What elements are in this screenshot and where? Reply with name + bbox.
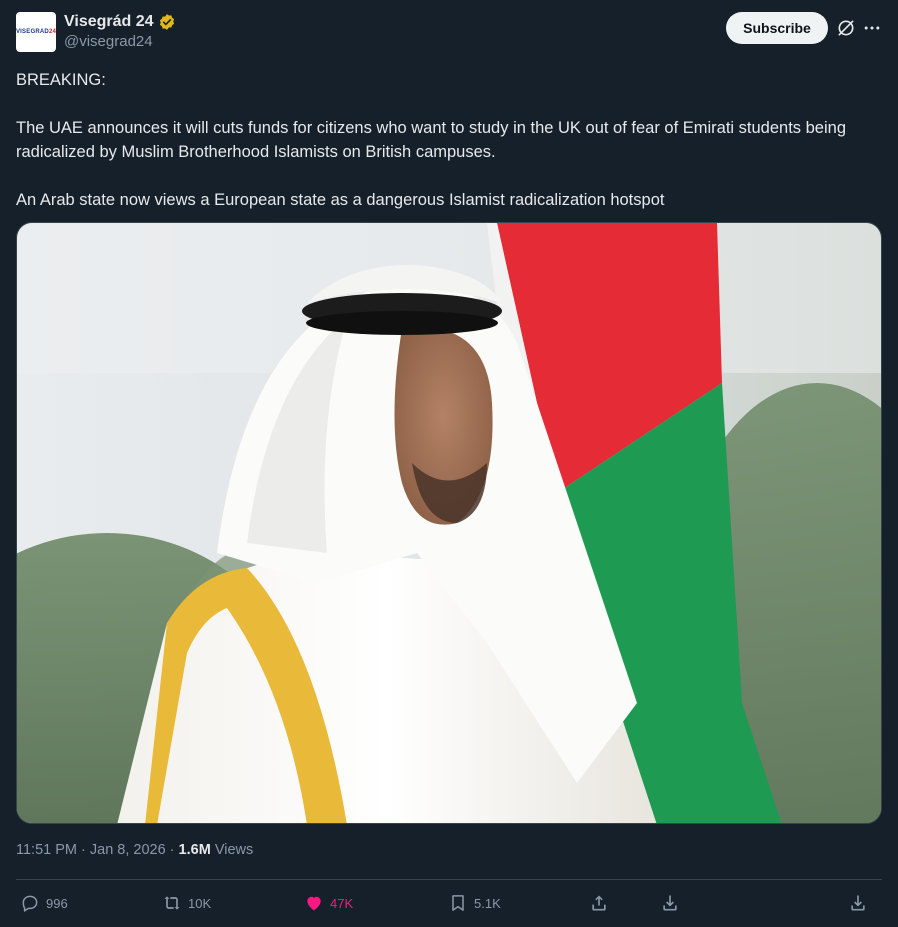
views-label: Views [210, 842, 254, 858]
views-count: 1.6M [178, 842, 211, 858]
download-icon [851, 895, 865, 911]
tweet-timestamp-views: 11:51 PM · Jan 8, 2026 · 1.6M Views [16, 842, 253, 858]
tweet-line-body: The UAE announces it will cuts funds for… [16, 119, 847, 161]
like-button[interactable]: 47K [304, 890, 353, 916]
repost-button[interactable]: 10K [162, 890, 211, 916]
tweet-text: BREAKING: The UAE announces it will cuts… [16, 68, 876, 212]
repost-count: 10K [188, 895, 212, 911]
like-count: 47K [330, 895, 354, 911]
reply-count: 996 [46, 895, 68, 911]
reply-icon [22, 895, 38, 912]
download-icon [663, 895, 677, 911]
author-handle[interactable]: @visegrad24 [64, 33, 153, 50]
reply-button[interactable]: 996 [20, 890, 68, 916]
share-button[interactable] [589, 890, 609, 916]
bookmark-button[interactable]: 5.1K [448, 890, 501, 916]
subscribe-button[interactable]: Subscribe [726, 12, 828, 44]
download-button[interactable] [660, 890, 680, 916]
download-media-button[interactable] [848, 890, 868, 916]
display-name[interactable]: Visegrád 24 [64, 13, 154, 31]
verified-badge-icon [159, 14, 174, 30]
photo-illustration [17, 223, 881, 823]
action-bar: 996 10K 47K 5.1K [0, 890, 898, 918]
tweet-timestamp[interactable]: 11:51 PM · Jan 8, 2026 · [16, 842, 179, 858]
avatar-logo-text: VISEGRAD24 [15, 29, 57, 35]
grok-icon[interactable] [836, 18, 856, 38]
heart-icon [307, 896, 321, 911]
tweet-photo[interactable] [16, 222, 882, 824]
tweet-line-closing: An Arab state now views a European state… [16, 191, 665, 209]
repost-icon [164, 896, 180, 910]
bookmark-count: 5.1K [474, 895, 501, 911]
tweet-line-breaking: BREAKING: [16, 71, 106, 89]
author-name-row[interactable]: Visegrád 24 [64, 13, 176, 31]
more-options-icon[interactable] [862, 18, 882, 38]
divider [16, 879, 882, 880]
avatar[interactable]: VISEGRAD24 [16, 12, 56, 52]
share-icon [592, 895, 606, 911]
bookmark-icon [452, 895, 464, 911]
